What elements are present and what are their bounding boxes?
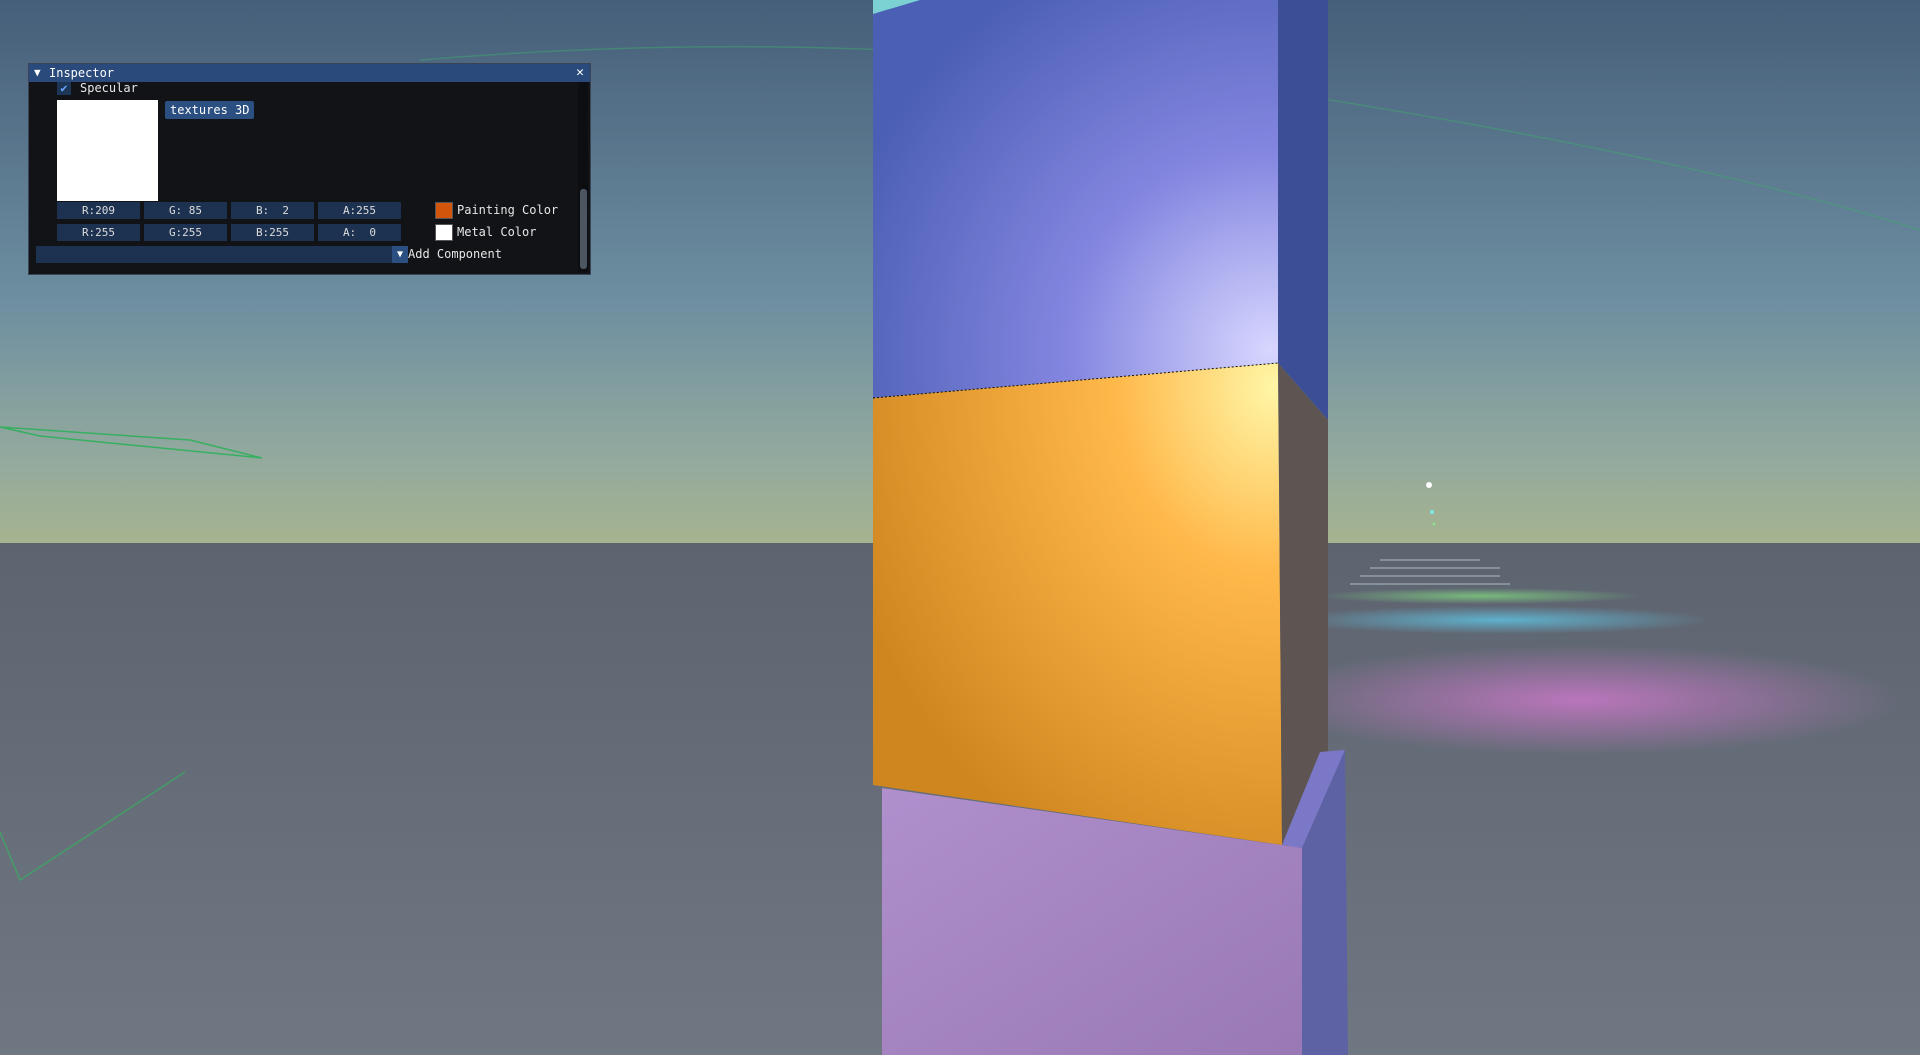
specular-label: Specular bbox=[80, 81, 138, 95]
pink-light-reflection bbox=[1260, 645, 1900, 755]
painting-color-label: Painting Color bbox=[457, 203, 559, 217]
point-light-cyan bbox=[1430, 510, 1434, 514]
inspector-title-bar[interactable]: ▼ Inspector ✕ bbox=[29, 64, 590, 82]
blue-cube-front[interactable] bbox=[873, 0, 1278, 398]
close-icon[interactable]: ✕ bbox=[576, 64, 584, 82]
point-light-green bbox=[1432, 522, 1436, 526]
cyan-light-reflection bbox=[1290, 606, 1710, 634]
add-component-combo[interactable]: ▼ bbox=[36, 246, 408, 263]
metal-color-a-field[interactable]: A: 0 bbox=[318, 224, 401, 241]
inspector-window[interactable]: ▼ Inspector ✕ ✔ Specular textures 3D R:2… bbox=[28, 63, 591, 275]
chevron-down-icon[interactable]: ▼ bbox=[392, 246, 408, 263]
add-component-label: Add Component bbox=[408, 247, 502, 261]
painting-color-r-field[interactable]: R:209 bbox=[57, 202, 140, 219]
orange-cube-front[interactable] bbox=[873, 363, 1282, 845]
checkmark-icon: ✔ bbox=[60, 81, 68, 95]
painting-color-g-field[interactable]: G: 85 bbox=[144, 202, 227, 219]
scrollbar-thumb[interactable] bbox=[580, 189, 587, 269]
inspector-content: ✔ Specular textures 3D R:209 G: 85 B: 2 … bbox=[29, 81, 590, 274]
metal-color-g-field[interactable]: G:255 bbox=[144, 224, 227, 241]
triangle-down-icon[interactable]: ▼ bbox=[34, 64, 41, 82]
window-title: Inspector bbox=[49, 66, 115, 80]
painting-color-b-field[interactable]: B: 2 bbox=[231, 202, 314, 219]
green-light-reflection bbox=[1320, 588, 1640, 604]
metal-color-label: Metal Color bbox=[457, 225, 537, 239]
blue-cube-side bbox=[1278, 0, 1328, 420]
point-light-white bbox=[1426, 482, 1432, 488]
metal-color-swatch[interactable] bbox=[435, 224, 453, 241]
textures-3d-button[interactable]: textures 3D bbox=[165, 101, 255, 119]
painting-color-a-field[interactable]: A:255 bbox=[318, 202, 401, 219]
metal-color-b-field[interactable]: B:255 bbox=[231, 224, 314, 241]
metal-color-r-field[interactable]: R:255 bbox=[57, 224, 140, 241]
texture-preview[interactable] bbox=[57, 100, 158, 201]
specular-checkbox[interactable]: ✔ bbox=[57, 82, 71, 95]
painting-color-swatch[interactable] bbox=[435, 202, 453, 219]
inspector-scrollbar[interactable] bbox=[578, 82, 588, 272]
